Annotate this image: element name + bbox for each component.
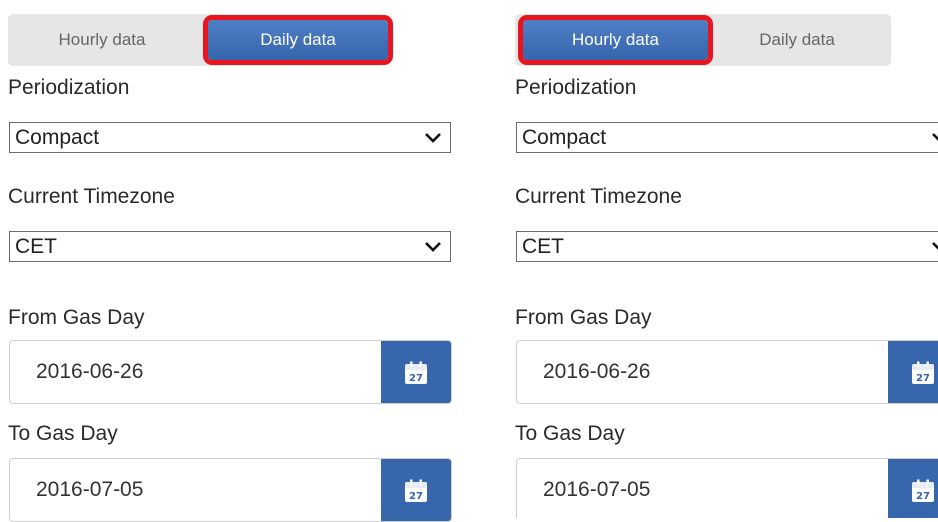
to-gas-day-value[interactable]: 2016-07-05 xyxy=(543,459,650,518)
timezone-value: CET xyxy=(522,234,564,258)
svg-text:27: 27 xyxy=(916,491,930,502)
timezone-select[interactable]: CET xyxy=(9,231,451,262)
to-gas-day-field[interactable]: 2016-07-05 27 xyxy=(516,458,938,518)
to-calendar-button[interactable]: 27 xyxy=(381,459,451,521)
data-type-tabs: Hourly data Daily data xyxy=(8,14,393,66)
timezone-select[interactable]: CET xyxy=(516,231,938,262)
from-gas-day-field[interactable]: 2016-06-26 27 xyxy=(9,340,452,404)
from-gas-day-value[interactable]: 2016-06-26 xyxy=(543,341,650,403)
to-gas-day-value[interactable]: 2016-07-05 xyxy=(36,459,143,521)
from-calendar-button[interactable]: 27 xyxy=(888,341,938,403)
chevron-down-icon xyxy=(932,242,938,250)
from-gas-day-label: From Gas Day xyxy=(8,306,145,329)
timezone-value: CET xyxy=(15,234,57,258)
panel-right: Hourly data Daily data Periodization Com… xyxy=(507,0,938,518)
to-gas-day-field[interactable]: 2016-07-05 27 xyxy=(9,458,452,522)
timezone-label: Current Timezone xyxy=(515,185,682,208)
periodization-value: Compact xyxy=(15,125,100,149)
svg-text:27: 27 xyxy=(916,373,930,384)
calendar-icon: 27 xyxy=(912,361,934,384)
calendar-icon: 27 xyxy=(405,479,427,502)
tab-daily-data[interactable]: Daily data xyxy=(703,14,891,66)
timezone-label: Current Timezone xyxy=(8,185,175,208)
to-gas-day-label: To Gas Day xyxy=(8,422,118,445)
svg-text:27: 27 xyxy=(409,373,423,384)
periodization-select[interactable]: Compact xyxy=(9,122,451,153)
to-gas-day-label: To Gas Day xyxy=(515,422,625,445)
from-gas-day-field[interactable]: 2016-06-26 27 xyxy=(516,340,938,404)
chevron-down-icon xyxy=(932,133,938,141)
periodization-label: Periodization xyxy=(8,76,130,99)
periodization-value: Compact xyxy=(522,125,607,149)
chevron-down-icon xyxy=(425,242,441,252)
to-calendar-button[interactable]: 27 xyxy=(888,459,938,518)
periodization-label: Periodization xyxy=(515,76,637,99)
from-gas-day-value[interactable]: 2016-06-26 xyxy=(36,341,143,403)
periodization-select[interactable]: Compact xyxy=(516,122,938,153)
calendar-icon: 27 xyxy=(912,479,934,502)
calendar-icon: 27 xyxy=(405,361,427,384)
from-calendar-button[interactable]: 27 xyxy=(381,341,451,403)
svg-text:27: 27 xyxy=(409,491,423,502)
tab-hourly-data[interactable]: Hourly data xyxy=(8,14,196,66)
chevron-down-icon xyxy=(425,133,441,143)
from-gas-day-label: From Gas Day xyxy=(515,306,652,329)
panel-left: Hourly data Daily data Periodization Com… xyxy=(0,0,460,522)
tab-hourly-data[interactable]: Hourly data xyxy=(518,15,713,65)
tab-daily-data[interactable]: Daily data xyxy=(203,15,393,65)
data-type-tabs: Hourly data Daily data xyxy=(515,14,891,66)
